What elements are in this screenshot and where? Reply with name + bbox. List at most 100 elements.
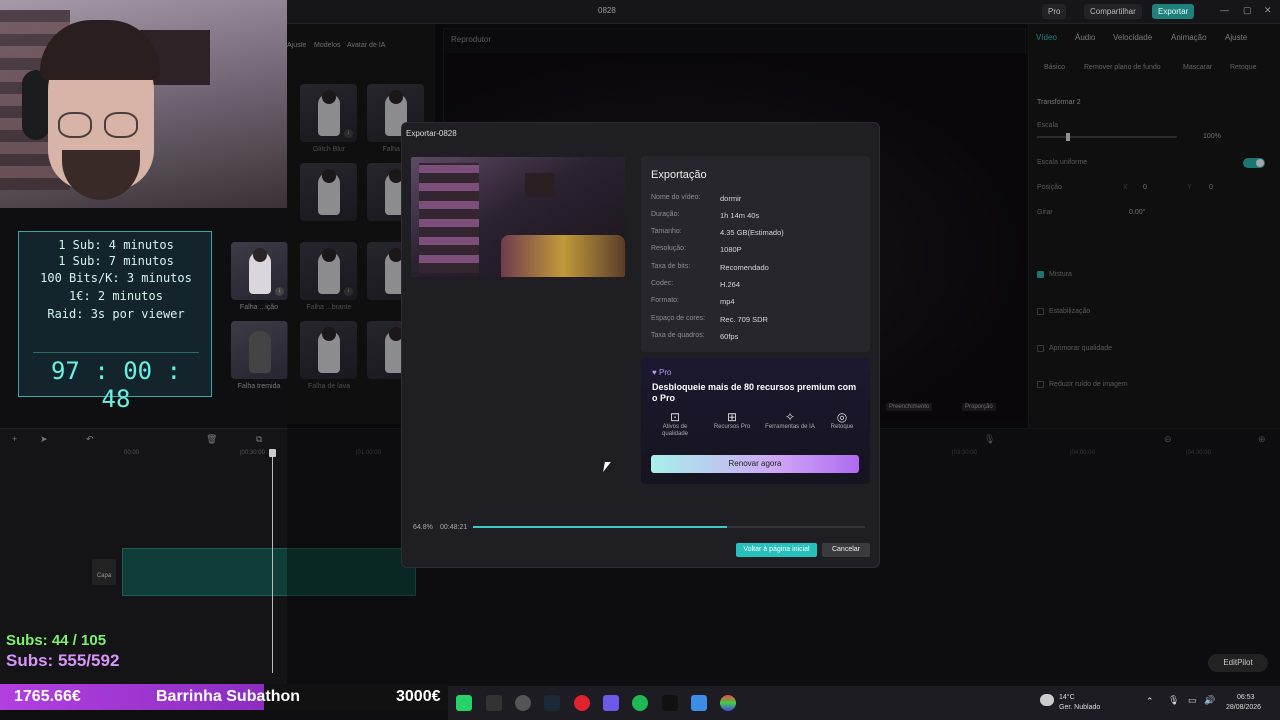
crop-icon[interactable]: ⧉ (256, 434, 262, 445)
bar-goal-amount: 3000€ (396, 688, 441, 705)
taskbar: 14°C Ger. Nublado ⌃ 🎙 ▭ 🔊 06:53 28/08/20… (448, 686, 1280, 720)
back-home-button[interactable]: Voltar à página inicial (736, 543, 817, 557)
select-icon[interactable]: ➤ (40, 434, 48, 445)
ruler-mark: |00:30:00 (240, 450, 265, 456)
export-dialog: Exportar-0828 Exportação Nome do vídeo: … (401, 122, 880, 568)
renew-button[interactable]: Renovar agora (651, 455, 859, 473)
field-value: mp4 (720, 297, 735, 306)
share-button[interactable]: Compartilhar (1084, 4, 1142, 19)
close-icon[interactable]: ✕ (1264, 5, 1272, 16)
field-label: Taxa de bits: (651, 263, 691, 270)
undo-icon[interactable]: ↶ (86, 434, 94, 445)
export-button[interactable]: Exportar (1152, 4, 1195, 19)
progress-time: 00:48:21 (440, 524, 468, 531)
subs-goal: Subs: 44 / 105 (6, 632, 107, 649)
download-icon: ↓ (275, 287, 284, 296)
feature-label: Ativos de qualidade (661, 424, 689, 437)
weather-icon (1040, 694, 1054, 706)
volume-icon[interactable]: 🔊 (1204, 695, 1215, 706)
editpilot-button[interactable]: EditPilot (1208, 654, 1268, 672)
maximize-icon[interactable]: ▢ (1243, 5, 1252, 16)
whatsapp-icon[interactable] (456, 695, 472, 711)
bar-current-amount: 1765.66€ (14, 688, 81, 705)
progress-percent: 64.8% (413, 524, 433, 531)
timer-rule: 100 Bits/K: 3 minutos (40, 271, 192, 285)
field-value: Rec. 709 SDR (720, 315, 768, 324)
dialog-title: Exportar-0828 (406, 129, 457, 138)
export-thumbnail (411, 157, 625, 277)
feature-quality: ⊡ Ativos de qualidade (650, 410, 700, 438)
pro-badge-label: Pro (658, 368, 672, 377)
field-value: dormir (720, 194, 742, 203)
notepad-icon[interactable] (691, 695, 707, 711)
field-label: Taxa de quadros: (651, 332, 705, 339)
add-icon[interactable]: + (12, 434, 17, 444)
bar-title: Barrinha Subathon (156, 688, 301, 705)
field-value: 1080P (720, 245, 742, 254)
effect-thumb[interactable] (231, 321, 288, 379)
weather-temp: 14°C (1059, 694, 1075, 701)
field-label: Formato: (651, 297, 680, 304)
pro-button[interactable]: Pro (1042, 4, 1067, 19)
feature-ai: ✧ Ferramentas de IA (765, 410, 815, 431)
chrome-icon[interactable] (720, 695, 736, 711)
field-label: Codec: (651, 280, 674, 287)
diamond-icon: ♥ (652, 368, 657, 377)
subathon-timer: 1 Sub: 4 minutos 1 Sub: 7 minutos 100 Bi… (18, 231, 212, 413)
webcam-overlay (0, 0, 287, 208)
feature-pro: ⊞ Recursos Pro (707, 410, 757, 431)
spotify-icon[interactable] (632, 695, 648, 711)
timer-rule: 1 Sub: 4 minutos (58, 238, 174, 252)
cover-button[interactable]: Capa (92, 559, 116, 585)
progress-fill (473, 526, 728, 528)
timer-rule: 1 Sub: 7 minutos (58, 254, 174, 268)
timer-rule: 1€: 2 minutos (69, 289, 163, 303)
pro-badge: ♥ Pro (652, 368, 671, 377)
image-icon: ⊡ (669, 410, 681, 424)
ruler-mark: 00:00 (124, 450, 140, 456)
mic-tray-icon[interactable]: 🎙 (1168, 695, 1179, 706)
chevron-up-icon[interactable]: ⌃ (1146, 696, 1154, 707)
field-label: Tamanho: (651, 228, 682, 235)
effect-label: Falha tremida (237, 383, 281, 390)
steam-icon[interactable] (544, 695, 560, 711)
feature-label: Ferramentas de IA (765, 424, 815, 430)
countdown-clock: 97 : 00 : 48 (33, 352, 199, 413)
playhead[interactable] (269, 449, 276, 673)
field-label: Duração: (651, 211, 680, 218)
field-label: Resolução: (651, 245, 687, 252)
app-icon[interactable] (574, 695, 590, 711)
network-icon[interactable]: ▭ (1188, 695, 1197, 706)
minimize-icon[interactable]: — (1220, 5, 1229, 15)
export-info: Exportação Nome do vídeo: dormir Duração… (641, 156, 870, 352)
retouch-icon: ◎ (836, 410, 848, 424)
app-grid-icon[interactable] (603, 695, 619, 711)
delete-icon[interactable]: 🗑 (206, 434, 217, 445)
magic-wand-icon: ✧ (784, 410, 796, 424)
field-value: H.264 (720, 280, 741, 289)
clock-date: 28/08/2026 (1226, 704, 1262, 711)
field-value: 4.35 GB(Estimado) (720, 228, 784, 237)
pro-headline: Desbloqueie mais de 80 recursos premium … (652, 382, 857, 403)
timer-rule: Raid: 3s por viewer (47, 307, 185, 321)
grid-icon: ⊞ (726, 410, 738, 424)
effect-label: Falha ...ição (239, 304, 279, 311)
capcut-icon[interactable] (662, 695, 678, 711)
window-title: 0828 (598, 6, 616, 15)
field-label: Nome do vídeo: (651, 194, 701, 201)
field-value: 1h 14m 40s (720, 211, 760, 220)
field-value: 60fps (720, 332, 739, 341)
epic-games-icon[interactable] (486, 695, 502, 711)
effect-thumb[interactable]: ↓ (231, 242, 288, 300)
clock-time: 06:53 (1237, 694, 1255, 701)
feature-label: Retoque (830, 424, 854, 430)
subs-total: Subs: 555/592 (6, 651, 120, 670)
settings-icon[interactable] (515, 695, 531, 711)
progress-bar (473, 526, 865, 528)
feature-label: Recursos Pro (713, 424, 751, 430)
feature-retouch: ◎ Retoque (817, 410, 867, 431)
cancel-button[interactable]: Cancelar (822, 543, 870, 557)
section-title: Exportação (651, 169, 707, 181)
pro-upsell-card: ♥ Pro Desbloqueie mais de 80 recursos pr… (641, 358, 870, 484)
field-label: Espaço de cores: (651, 315, 706, 322)
